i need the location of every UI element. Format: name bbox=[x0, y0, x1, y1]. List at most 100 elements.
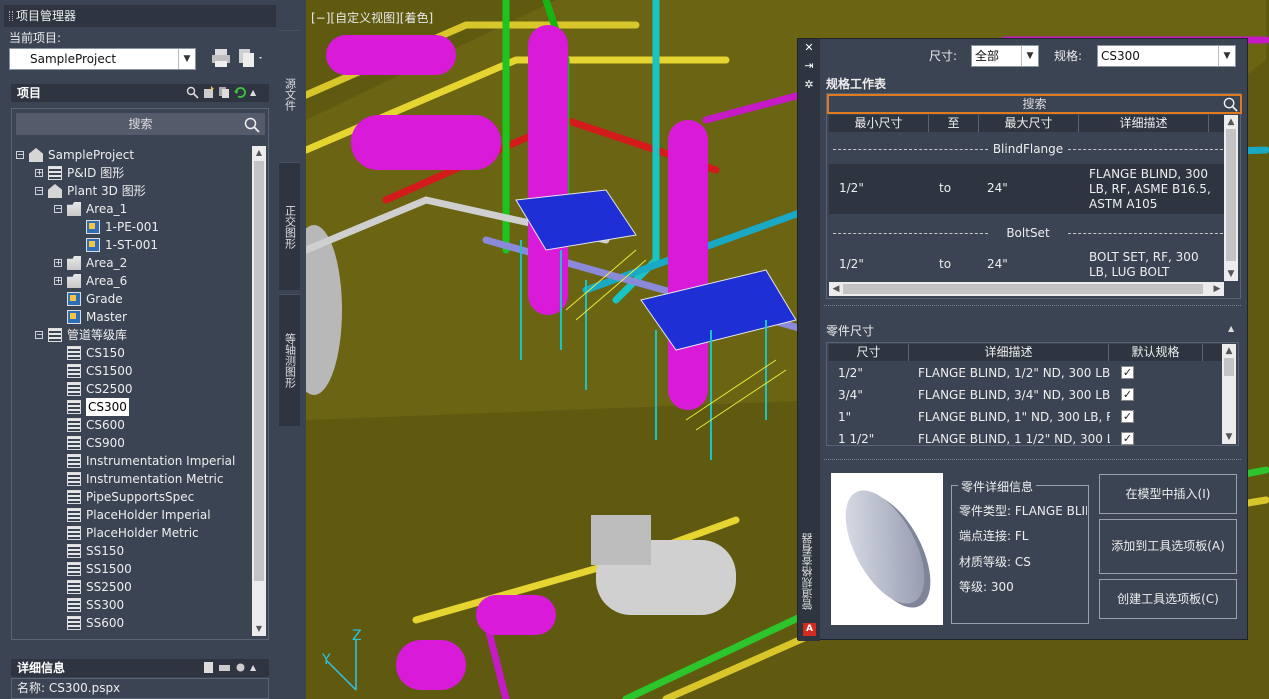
tree-item[interactable]: + Area_6 bbox=[16, 272, 252, 290]
table-row[interactable]: 1/2" to 24" FLANGE BLIND, 300 LB, RF, AS… bbox=[829, 164, 1224, 214]
scrollbar-thumb[interactable] bbox=[843, 284, 1203, 294]
tree-scrollbar[interactable]: ▲ ▼ bbox=[252, 146, 266, 636]
size-filter-dropdown[interactable]: 全部 ▼ bbox=[971, 45, 1039, 67]
tree-item[interactable]: PipeSupportsSpec bbox=[16, 488, 252, 506]
properties-icon[interactable]: ✲ bbox=[803, 79, 815, 91]
tree-item[interactable]: − Plant 3D 图形 bbox=[16, 182, 252, 200]
copy-drawing-icon[interactable] bbox=[218, 86, 231, 99]
part-sizes-vscrollbar[interactable]: ▲ ▼ bbox=[1222, 344, 1236, 444]
expand-icon[interactable]: + bbox=[35, 169, 43, 177]
details-export-icon[interactable] bbox=[202, 661, 215, 674]
create-tool-palette-button[interactable]: 创建工具选项板(C) bbox=[1099, 579, 1237, 619]
tab-ortho-drawings[interactable]: 正交图形 bbox=[279, 162, 300, 290]
collapse-arrow-icon[interactable]: ▲ bbox=[250, 86, 263, 99]
tree-item[interactable]: − Area_1 bbox=[16, 200, 252, 218]
scroll-up-arrow-icon[interactable]: ▲ bbox=[1224, 115, 1238, 129]
tree-item[interactable]: SS1500 bbox=[16, 560, 252, 578]
table-row[interactable]: 3/4" FLANGE BLIND, 3/4" ND, 300 LB, ✓ bbox=[829, 384, 1222, 406]
scrollbar-thumb[interactable] bbox=[1226, 129, 1236, 261]
tree-item[interactable]: Grade bbox=[16, 290, 252, 308]
collapse-icon[interactable]: − bbox=[35, 331, 43, 339]
tree-item[interactable]: Master bbox=[16, 308, 252, 326]
collapse-icon[interactable]: − bbox=[54, 205, 62, 213]
table-row[interactable]: 1" FLANGE BLIND, 1" ND, 300 LB, RI ✓ bbox=[829, 406, 1222, 428]
tree-item[interactable]: 1-PE-001 bbox=[16, 218, 252, 236]
scroll-up-arrow-icon[interactable]: ▲ bbox=[1222, 344, 1236, 358]
search-icon[interactable] bbox=[244, 117, 260, 133]
tree-item[interactable]: CS600 bbox=[16, 416, 252, 434]
scroll-down-arrow-icon[interactable]: ▼ bbox=[1222, 430, 1236, 444]
col-part-description[interactable]: 详细描述 bbox=[909, 344, 1109, 361]
search-icon[interactable] bbox=[1223, 97, 1238, 112]
current-project-dropdown[interactable]: SampleProject ▼ bbox=[9, 48, 196, 70]
add-to-tool-palette-button[interactable]: 添加到工具选项板(A) bbox=[1099, 519, 1237, 574]
tree-item[interactable]: CS1500 bbox=[16, 362, 252, 380]
tree-item[interactable]: CS300 bbox=[16, 398, 252, 416]
spec-sheet-hscrollbar[interactable]: ◀ ▶ bbox=[829, 282, 1224, 296]
tree-item[interactable]: SS600 bbox=[16, 614, 252, 632]
spec-sheet-search-placeholder: 搜索 bbox=[1022, 97, 1047, 111]
tree-item[interactable]: SS2500 bbox=[16, 578, 252, 596]
col-to[interactable]: 至 bbox=[929, 115, 979, 132]
viewport-controls-label[interactable]: [−][自定义视图][着色] bbox=[311, 9, 433, 26]
col-size[interactable]: 尺寸 bbox=[829, 344, 909, 361]
scroll-right-arrow-icon[interactable]: ▶ bbox=[1210, 282, 1224, 296]
spec-filter-dropdown[interactable]: CS300 ▼ bbox=[1097, 45, 1236, 67]
tree-item[interactable]: Instrumentation Metric bbox=[16, 470, 252, 488]
default-spec-checkbox[interactable]: ✓ bbox=[1121, 432, 1134, 445]
collapse-icon[interactable]: − bbox=[16, 151, 24, 159]
tree-item[interactable]: 1-ST-001 bbox=[16, 236, 252, 254]
scrollbar-thumb[interactable] bbox=[254, 161, 264, 581]
tree-item[interactable]: Instrumentation Imperial bbox=[16, 452, 252, 470]
table-row[interactable]: 1/2" to 24" BOLT SET, RF, 300 LB, LUG BO… bbox=[829, 248, 1224, 282]
autohide-icon[interactable]: ⇥ bbox=[803, 60, 815, 72]
project-search-input[interactable]: 搜索 bbox=[16, 113, 265, 135]
col-description[interactable]: 详细描述 bbox=[1079, 115, 1209, 132]
tree-item[interactable]: − 管道等级库 bbox=[16, 326, 252, 344]
default-spec-checkbox[interactable]: ✓ bbox=[1121, 388, 1134, 401]
insert-in-model-button[interactable]: 在模型中插入(I) bbox=[1099, 474, 1237, 514]
new-drawing-icon[interactable] bbox=[202, 86, 215, 99]
collapse-arrow-icon[interactable]: ▲ bbox=[1228, 324, 1234, 333]
collapse-arrow-icon[interactable]: ▲ bbox=[250, 661, 263, 674]
tab-iso-drawings[interactable]: 等轴测图形 bbox=[279, 294, 300, 426]
scroll-down-arrow-icon[interactable]: ▼ bbox=[252, 622, 266, 636]
tree-item[interactable]: + Area_2 bbox=[16, 254, 252, 272]
tree-item[interactable]: CS900 bbox=[16, 434, 252, 452]
refresh-icon[interactable] bbox=[234, 86, 247, 99]
table-row[interactable]: 1 1/2" FLANGE BLIND, 1 1/2" ND, 300 L ✓ bbox=[829, 428, 1222, 450]
tree-item[interactable]: + P&ID 图形 bbox=[16, 164, 252, 182]
spec-sheet-search-input[interactable]: 搜索 bbox=[827, 94, 1242, 114]
scroll-left-arrow-icon[interactable]: ◀ bbox=[829, 282, 843, 296]
scroll-up-arrow-icon[interactable]: ▲ bbox=[252, 146, 266, 160]
splitter[interactable] bbox=[824, 305, 1241, 306]
collapse-icon[interactable]: − bbox=[35, 187, 43, 195]
splitter[interactable] bbox=[824, 459, 1241, 460]
col-max-size[interactable]: 最大尺寸 bbox=[979, 115, 1079, 132]
tree-item[interactable]: PlaceHolder Imperial bbox=[16, 506, 252, 524]
tree-item[interactable]: − SampleProject bbox=[16, 146, 252, 164]
print-icon[interactable] bbox=[210, 47, 232, 69]
table-row[interactable]: 1/2" FLANGE BLIND, 1/2" ND, 300 LB, ✓ bbox=[829, 362, 1222, 384]
tree-item[interactable]: CS150 bbox=[16, 344, 252, 362]
expand-icon[interactable]: + bbox=[54, 259, 62, 267]
tab-source-files[interactable]: 源文件 bbox=[279, 30, 300, 158]
copy-dropdown-icon[interactable] bbox=[236, 47, 266, 69]
tree-item[interactable]: SS300 bbox=[16, 596, 252, 614]
close-icon[interactable]: ✕ bbox=[803, 42, 815, 54]
default-spec-checkbox[interactable]: ✓ bbox=[1121, 410, 1134, 423]
default-spec-checkbox[interactable]: ✓ bbox=[1121, 366, 1134, 379]
scroll-down-arrow-icon[interactable]: ▼ bbox=[1224, 267, 1238, 281]
tree-item[interactable]: SS150 bbox=[16, 542, 252, 560]
scrollbar-thumb[interactable] bbox=[1224, 358, 1234, 376]
details-settings-icon[interactable] bbox=[234, 661, 247, 674]
tree-item[interactable]: CS2500 bbox=[16, 380, 252, 398]
tree-item[interactable]: PlaceHolder Metric bbox=[16, 524, 252, 542]
col-default-spec[interactable]: 默认规格 bbox=[1109, 344, 1203, 361]
description-cell: FLANGE BLIND, 300 LB, RF, ASME B16.5, AS… bbox=[1089, 167, 1211, 211]
expand-icon[interactable]: + bbox=[54, 277, 62, 285]
col-min-size[interactable]: 最小尺寸 bbox=[829, 115, 929, 132]
spec-sheet-vscrollbar[interactable]: ▲ ▼ bbox=[1224, 115, 1238, 281]
details-print-icon[interactable] bbox=[218, 661, 231, 674]
search-icon[interactable] bbox=[186, 86, 199, 99]
